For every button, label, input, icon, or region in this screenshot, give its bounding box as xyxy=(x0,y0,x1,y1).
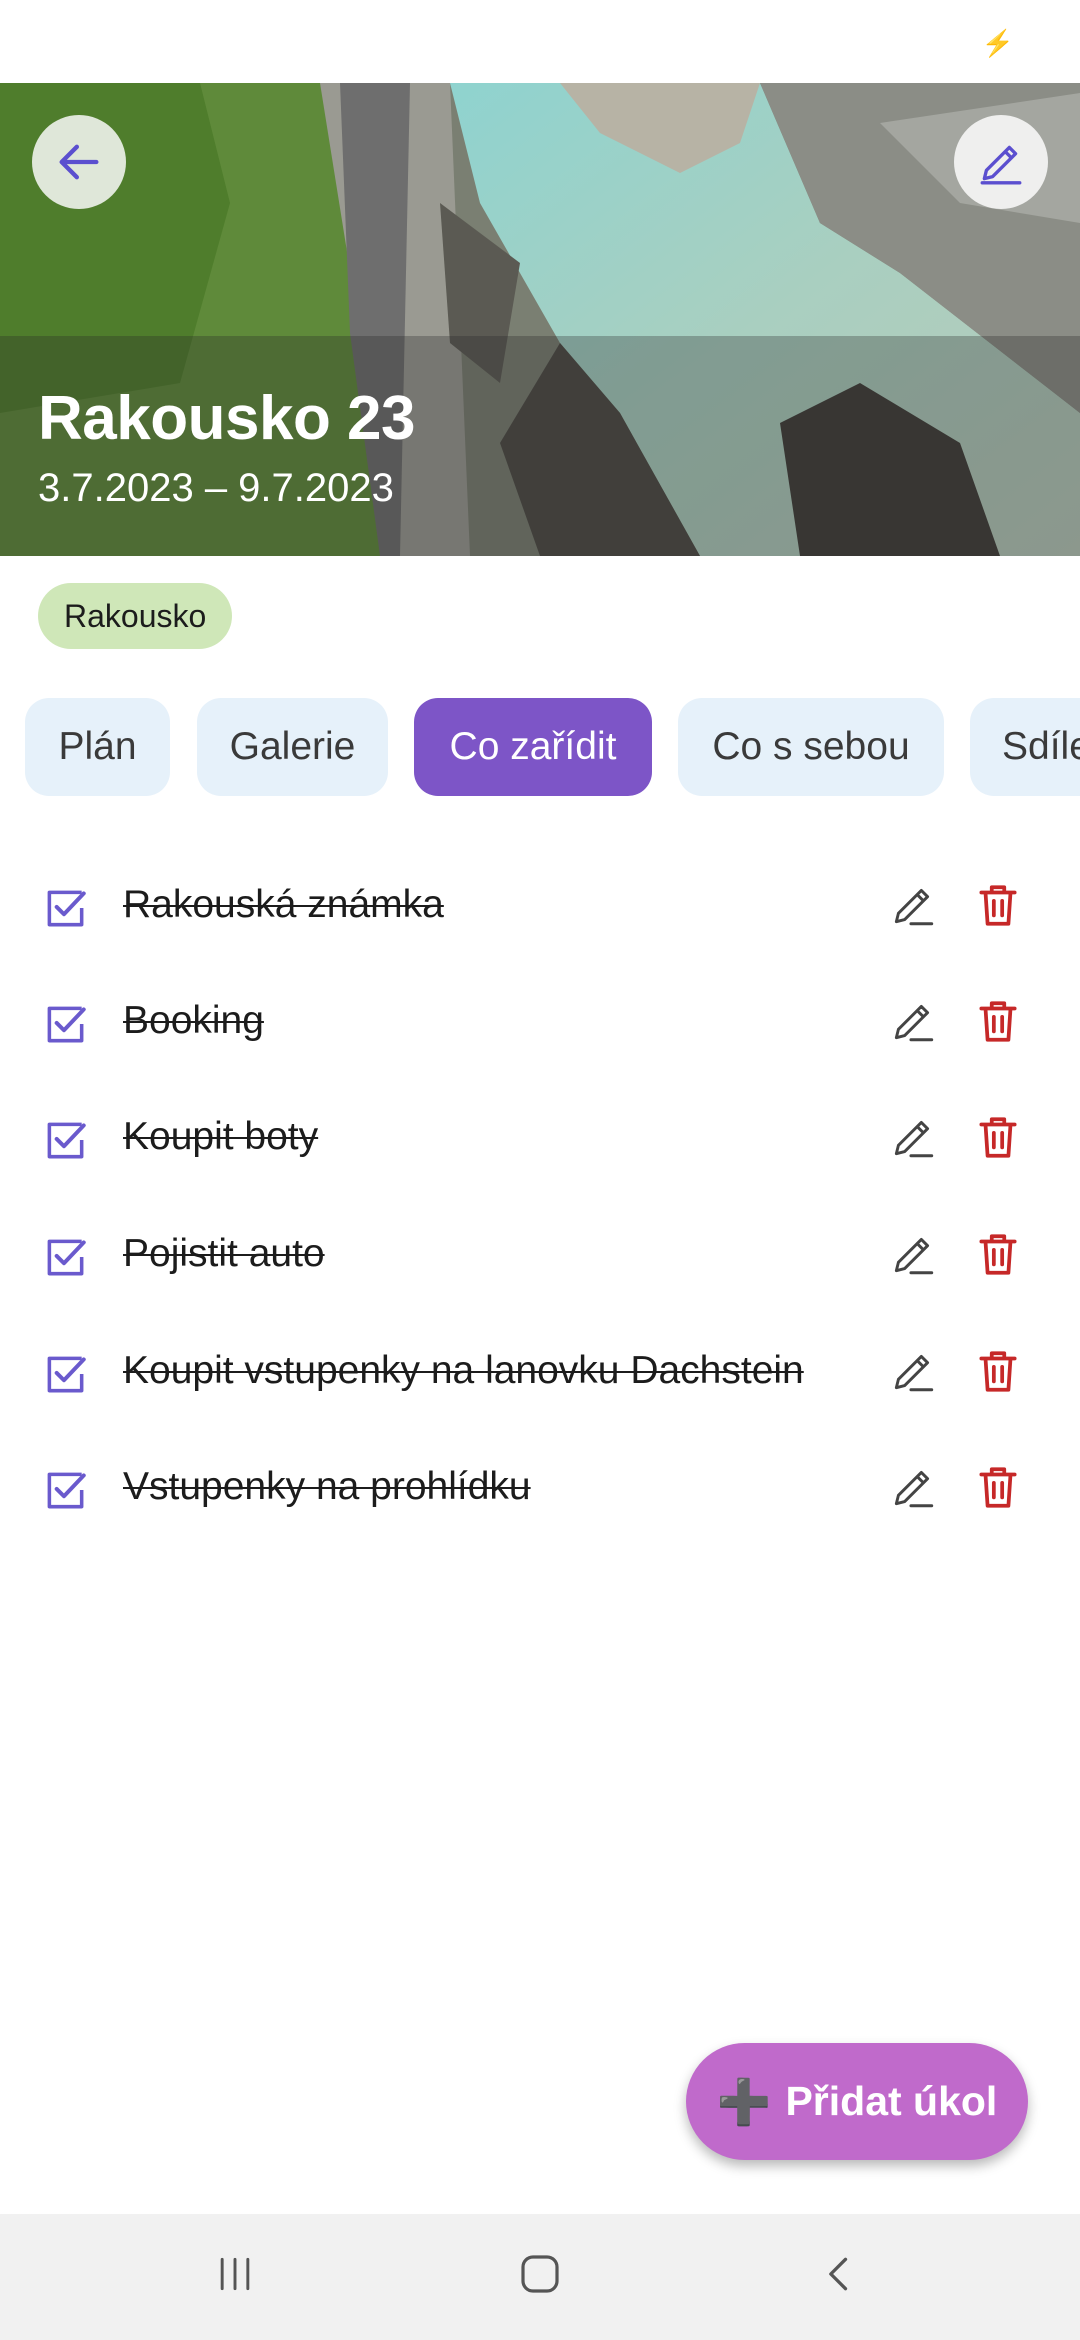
checkbox-checked-icon[interactable] xyxy=(40,1465,90,1515)
tab-sdileni[interactable]: Sdíle xyxy=(970,698,1080,796)
add-task-button[interactable]: ➕ Přidat úkol xyxy=(686,2043,1028,2160)
task-item: Pojistit auto xyxy=(0,1205,1080,1305)
edit-trip-button[interactable] xyxy=(954,115,1048,209)
task-item: Rakouská známka xyxy=(0,856,1080,956)
system-navigation-bar xyxy=(0,2214,1080,2340)
edit-task-icon[interactable] xyxy=(888,1112,938,1162)
delete-task-icon[interactable] xyxy=(973,1112,1023,1162)
edit-task-icon[interactable] xyxy=(888,1229,938,1279)
tab-co-zaridit[interactable]: Co zařídit xyxy=(414,698,652,796)
task-label: Koupit boty xyxy=(123,1115,319,1158)
charging-bolt-icon: ⚡ xyxy=(981,28,1014,58)
tab-co-s-sebou[interactable]: Co s sebou xyxy=(678,698,944,796)
status-bar: ⚡ xyxy=(0,0,1080,83)
task-label: Koupit vstupenky na lanovku Dachstein xyxy=(123,1349,804,1392)
task-item: Vstupenky na prohlídku xyxy=(0,1438,1080,1538)
delete-task-icon[interactable] xyxy=(973,1462,1023,1512)
recent-apps-icon[interactable] xyxy=(205,2244,265,2304)
task-label: Pojistit auto xyxy=(123,1232,325,1275)
checkbox-checked-icon[interactable] xyxy=(40,1115,90,1165)
checkbox-checked-icon[interactable] xyxy=(40,1232,90,1282)
task-item: Booking xyxy=(0,972,1080,1072)
tab-galerie[interactable]: Galerie xyxy=(197,698,388,796)
task-label: Rakouská známka xyxy=(123,883,444,926)
trip-dates: 3.7.2023 – 9.7.2023 xyxy=(38,466,394,510)
edit-task-icon[interactable] xyxy=(888,880,938,930)
delete-task-icon[interactable] xyxy=(973,1229,1023,1279)
section-tabs: Plán Galerie Co zařídit Co s sebou Sdíle xyxy=(0,698,1080,798)
edit-task-icon[interactable] xyxy=(888,1462,938,1512)
tab-plan[interactable]: Plán xyxy=(25,698,170,796)
edit-task-icon[interactable] xyxy=(888,996,938,1046)
system-back-icon[interactable] xyxy=(810,2244,870,2304)
checkbox-checked-icon[interactable] xyxy=(40,999,90,1049)
delete-task-icon[interactable] xyxy=(973,1346,1023,1396)
checkbox-checked-icon[interactable] xyxy=(40,1349,90,1399)
task-label: Booking xyxy=(123,999,264,1042)
delete-task-icon[interactable] xyxy=(973,880,1023,930)
back-button[interactable] xyxy=(32,115,126,209)
task-item: Koupit vstupenky na lanovku Dachstein xyxy=(0,1322,1080,1422)
country-tag: Rakousko xyxy=(38,583,233,649)
pencil-icon xyxy=(980,145,1022,185)
trip-header: Rakousko 23 3.7.2023 – 9.7.2023 xyxy=(0,83,1080,556)
add-task-label: Přidat úkol xyxy=(785,2078,998,2124)
task-item: Koupit boty xyxy=(0,1088,1080,1188)
trip-title: Rakousko 23 xyxy=(38,384,416,453)
home-icon[interactable] xyxy=(505,2244,575,2304)
edit-task-icon[interactable] xyxy=(888,1346,938,1396)
plus-icon: ➕ xyxy=(716,2077,772,2127)
task-label: Vstupenky na prohlídku xyxy=(123,1465,531,1508)
checkbox-checked-icon[interactable] xyxy=(40,883,90,933)
arrow-left-icon xyxy=(59,144,99,180)
delete-task-icon[interactable] xyxy=(973,996,1023,1046)
